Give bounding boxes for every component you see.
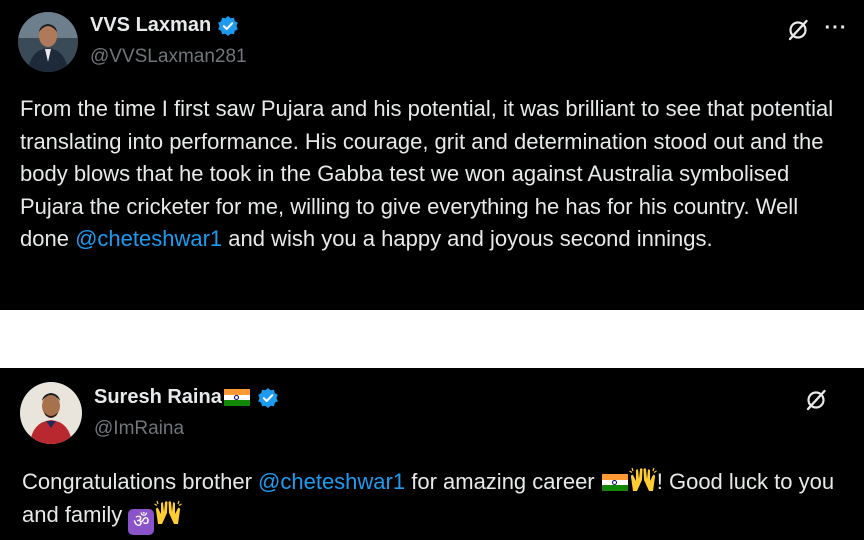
- display-name[interactable]: Suresh Raina: [94, 386, 222, 409]
- tweet-text-part: and wish you a happy and joyous second i…: [222, 226, 713, 251]
- handle[interactable]: @ImRaina: [94, 418, 184, 440]
- grok-icon[interactable]: [784, 16, 812, 44]
- avatar[interactable]: [20, 382, 82, 444]
- mention-link[interactable]: @cheteshwar1: [258, 469, 405, 494]
- tweet-card-laxman: VVS Laxman @VVSLaxman281 ··· From the ti…: [0, 0, 864, 310]
- grok-icon[interactable]: [802, 386, 830, 414]
- raising-hands-icon: [154, 500, 183, 526]
- avatar[interactable]: [18, 12, 78, 72]
- tweet-text: Congratulations brother @cheteshwar1 for…: [22, 466, 852, 535]
- handle[interactable]: @VVSLaxman281: [90, 46, 247, 68]
- raising-hands-icon: [628, 467, 657, 493]
- indian-flag-icon: [601, 474, 628, 491]
- tweet-text: From the time I first saw Pujara and his…: [20, 93, 846, 256]
- om-symbol-icon: ॐ: [128, 508, 155, 535]
- tweet-card-raina: Suresh Raina @ImRaina Congratulations br…: [0, 368, 864, 540]
- verified-badge-icon: [217, 15, 239, 37]
- indian-flag-icon: [223, 389, 250, 406]
- verified-badge-icon: [257, 387, 279, 409]
- more-icon[interactable]: ···: [822, 14, 850, 42]
- display-name[interactable]: VVS Laxman: [90, 14, 211, 37]
- tweet-text-part: Congratulations brother: [22, 469, 259, 494]
- mention-link[interactable]: @cheteshwar1: [75, 226, 222, 251]
- tweet-text-part: for amazing career: [405, 469, 601, 494]
